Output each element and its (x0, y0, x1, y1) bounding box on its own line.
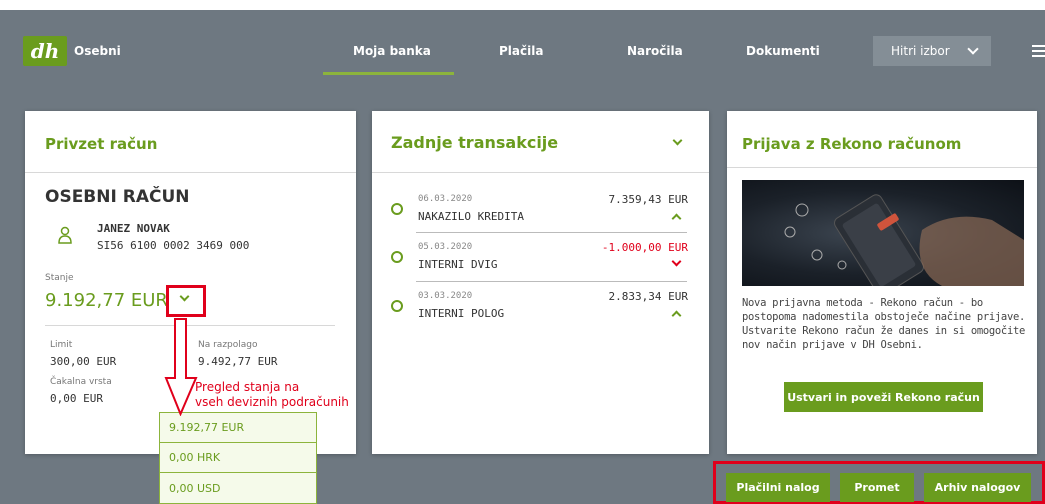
card-title: Privzet račun (45, 135, 158, 153)
divider (372, 172, 709, 173)
annotation-highlight-box (166, 285, 206, 317)
payment-order-button[interactable]: Plačilni nalog (726, 473, 830, 502)
nav-item-narocila[interactable]: Naročila (627, 44, 683, 58)
transaction-desc: NAKAZILO KREDITA (418, 210, 524, 223)
currency-option-hrk[interactable]: 0,00 HRK (160, 443, 316, 473)
annotation-text-line1: Pregled stanja na (195, 380, 300, 394)
currency-option-eur[interactable]: 9.192,77 EUR (160, 413, 316, 443)
pending-label: Čakalna vrsta (50, 377, 112, 387)
transaction-date: 05.03.2020 (418, 242, 473, 252)
dh-logo-icon[interactable]: dh (23, 36, 67, 66)
nav-item-dokumenti[interactable]: Dokumenti (746, 44, 820, 58)
user-icon (58, 226, 72, 244)
transaction-desc: INTERNI DVIG (418, 258, 498, 271)
owner-name: JANEZ NOVAK (97, 222, 170, 235)
transaction-amount: 2.833,34 EUR (608, 290, 688, 303)
divider (25, 172, 356, 173)
divider (416, 232, 687, 233)
annotation-text-line2: vseh deviznih podračunih (195, 395, 349, 409)
currency-option-usd[interactable]: 0,00 USD (160, 473, 316, 503)
available-value: 9.492,77 EUR (198, 355, 278, 368)
divider (416, 281, 687, 282)
available-label: Na razpolago (198, 340, 258, 350)
brand-label[interactable]: Osebni (74, 44, 121, 58)
limit-value: 300,00 EUR (50, 355, 117, 368)
pending-value: 0,00 EUR (50, 392, 103, 405)
chevron-up-icon[interactable] (671, 310, 682, 321)
quick-select-label: Hitri izbor (891, 44, 950, 58)
currency-dropdown: 9.192,77 EUR 0,00 HRK 0,00 USD (159, 412, 317, 504)
transaction-amount: -1.000,00 EUR (601, 241, 688, 254)
divider (727, 167, 1037, 168)
transaction-status-icon (391, 300, 403, 312)
annotation-arrow-icon (164, 318, 198, 416)
rekono-description-line: postopoma nadomestila obstoječe načine p… (742, 311, 1026, 323)
nav-item-moja-banka[interactable]: Moja banka (353, 44, 431, 58)
transaction-status-icon (391, 203, 403, 215)
rekono-description-line: Ustvarite Rekono račun že danes in si om… (742, 325, 1026, 337)
recent-transactions-card: Zadnje transakcije 06.03.2020 NAKAZILO K… (372, 111, 709, 454)
transactions-button[interactable]: Promet (840, 473, 914, 502)
rekono-description: Nova prijavna metoda - Rekono račun - bo… (742, 296, 1032, 352)
top-margin (0, 0, 1045, 10)
collapse-chevron-icon[interactable] (672, 135, 683, 146)
card-title: Prijava z Rekono računom (742, 135, 962, 153)
rekono-promo-image (742, 180, 1024, 286)
phone-illustration-icon (784, 194, 1024, 286)
hamburger-menu-icon[interactable] (1032, 45, 1045, 57)
card-title: Zadnje transakcije (391, 133, 559, 152)
chevron-up-icon[interactable] (671, 213, 682, 224)
account-iban: SI56 6100 0002 3469 000 (97, 239, 250, 252)
rekono-description-line: nov način prijave v DH Osebni. (742, 339, 923, 351)
rekono-description-line: Nova prijavna metoda - Rekono račun - bo (742, 297, 983, 309)
transaction-date: 06.03.2020 (418, 194, 473, 204)
order-archive-button[interactable]: Arhiv nalogov (924, 473, 1031, 502)
chevron-down-icon (967, 43, 979, 55)
account-type: OSEBNI RAČUN (45, 187, 190, 207)
transaction-date: 03.03.2020 (418, 291, 473, 301)
chevron-down-icon[interactable] (671, 256, 682, 267)
nav-item-placila[interactable]: Plačila (499, 44, 543, 58)
nav-active-indicator (323, 72, 454, 75)
balance-value: 9.192,77 EUR (45, 290, 168, 311)
transaction-amount: 7.359,43 EUR (608, 193, 688, 206)
transaction-status-icon (391, 251, 403, 263)
balance-label: Stanje (45, 273, 74, 283)
create-rekono-account-button[interactable]: Ustvari in poveži Rekono račun (784, 382, 983, 412)
limit-label: Limit (50, 340, 73, 350)
quick-select-dropdown[interactable]: Hitri izbor (873, 36, 991, 66)
transaction-desc: INTERNI POLOG (418, 307, 505, 320)
